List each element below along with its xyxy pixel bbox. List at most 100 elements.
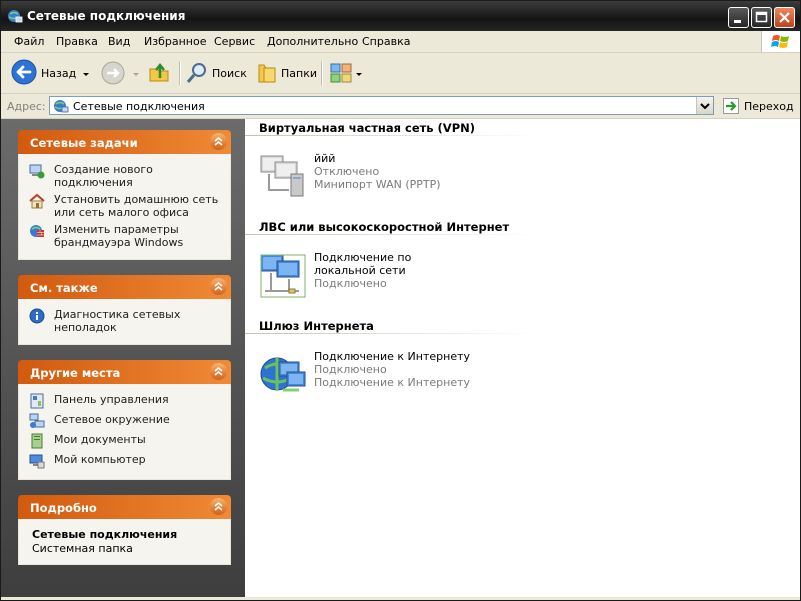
connection-details: Подключение по локальной сети Подключено: [314, 251, 474, 290]
views-button[interactable]: [329, 57, 363, 89]
details-header[interactable]: Подробно: [18, 495, 231, 519]
see-also-title: См. также: [30, 281, 98, 295]
menu-file[interactable]: Файл: [14, 35, 44, 48]
menu-edit[interactable]: Правка: [56, 35, 98, 48]
see-also-panel: Диагностика сетевых неполадок: [18, 299, 231, 345]
chevron-up-double-icon: [214, 282, 223, 291]
task-label: Мой компьютер: [54, 453, 146, 466]
window-title: Сетевые подключения: [27, 9, 186, 23]
forward-button[interactable]: [99, 57, 141, 89]
other-places-title: Другие места: [30, 366, 121, 380]
views-icon: [330, 63, 352, 83]
details-name: Сетевые подключения: [32, 528, 178, 541]
close-button[interactable]: [774, 7, 795, 28]
task-label: Установить домашнюю сеть или сеть малого…: [54, 193, 219, 219]
documents-icon: [31, 433, 43, 449]
task-label: Сетевое окружение: [54, 413, 170, 426]
other-places-header[interactable]: Другие места: [18, 360, 231, 384]
views-dropdown-icon[interactable]: [356, 73, 362, 76]
task-label: Мои документы: [54, 433, 146, 446]
minimize-button[interactable]: [728, 7, 749, 28]
forward-dropdown-icon[interactable]: [133, 73, 139, 76]
network-places-icon: [29, 413, 45, 428]
menu-favorites[interactable]: Избранное: [144, 35, 206, 48]
chevron-down-icon: [700, 103, 710, 110]
maximize-icon: [755, 11, 768, 23]
details-panel: Сетевые подключения Системная папка: [18, 519, 231, 565]
connection-name: Подключение по локальной сети: [314, 251, 412, 277]
other-places-panel: Панель управления Сетевое окружение Мои …: [18, 384, 231, 480]
network-tasks-panel: Создание нового подключения Установить д…: [18, 154, 231, 260]
address-dropdown-button[interactable]: [696, 97, 713, 114]
collapse-button[interactable]: [210, 133, 227, 150]
address-value: Сетевые подключения: [73, 100, 205, 113]
maximize-button[interactable]: [751, 7, 772, 28]
connection-name: ййй: [314, 152, 336, 165]
connection-name: Подключение к Интернету: [314, 350, 471, 363]
menu-help[interactable]: Справка: [362, 35, 410, 48]
connection-device: Подключение к Интернету: [314, 376, 471, 389]
menu-bar: Файл Правка Вид Избранное Сервис Дополни…: [1, 31, 800, 53]
task-label: Панель управления: [54, 393, 169, 406]
back-button[interactable]: Назад: [11, 57, 91, 89]
collapse-button[interactable]: [210, 278, 227, 295]
folders-label: Папки: [281, 67, 317, 80]
network-connections-app-icon: [8, 10, 23, 23]
go-arrow-icon: [723, 98, 739, 114]
menu-view[interactable]: Вид: [108, 35, 130, 48]
chevron-up-double-icon: [214, 502, 223, 511]
task-label: Диагностика сетевых неполадок: [54, 308, 181, 334]
search-button[interactable]: Поиск: [185, 57, 247, 89]
group-divider: [245, 333, 535, 334]
new-connection-icon: [29, 164, 45, 179]
connection-device: Минипорт WAN (PPTP): [314, 178, 441, 191]
connection-status: Подключено: [314, 277, 387, 290]
firewall-icon: [30, 225, 44, 237]
network-tasks-title: Сетевые задачи: [30, 136, 138, 150]
chevron-up-double-icon: [214, 137, 223, 146]
lan-connection-icon: [260, 254, 306, 298]
search-label: Поиск: [212, 67, 247, 80]
folders-button[interactable]: Папки: [255, 57, 317, 89]
task-label: Изменить параметры брандмауэра Windows: [54, 223, 184, 249]
task-pane: Сетевые задачи Создание нового подключен…: [1, 119, 245, 597]
collapse-button[interactable]: [210, 498, 227, 515]
menu-advanced[interactable]: Дополнительно: [267, 35, 358, 48]
vpn-connection-icon: [260, 155, 304, 197]
details-description: Системная папка: [32, 542, 133, 555]
close-icon: [779, 12, 790, 23]
home-network-icon: [29, 193, 45, 209]
task-label: Создание нового подключения: [54, 163, 153, 189]
menu-tools[interactable]: Сервис: [214, 35, 255, 48]
group-divider: [245, 135, 535, 136]
toolbar-separator: [321, 61, 323, 85]
connection-status: Отключено: [314, 165, 380, 178]
forward-arrow-icon: [101, 61, 125, 85]
toolbar: Назад Поиск Папки: [1, 53, 800, 94]
connection-status: Подключено: [314, 363, 387, 376]
go-label: Переход: [744, 100, 794, 113]
go-button[interactable]: Переход: [720, 96, 800, 116]
folders-icon: [258, 64, 276, 83]
window: Сетевые подключения Файл Правка Вид Избр…: [0, 0, 801, 601]
back-label: Назад: [41, 67, 77, 80]
network-connections-icon: [54, 100, 69, 113]
back-arrow-icon: [11, 59, 37, 85]
up-folder-button[interactable]: [147, 57, 173, 89]
minimize-icon: [734, 20, 741, 23]
see-also-header[interactable]: См. также: [18, 275, 231, 299]
content-pane: Виртуальная частная сеть (VPN) ййй Отклю…: [245, 119, 800, 597]
chevron-up-double-icon: [214, 367, 223, 376]
collapse-button[interactable]: [210, 363, 227, 380]
title-bar[interactable]: Сетевые подключения: [1, 1, 800, 31]
network-tasks-header[interactable]: Сетевые задачи: [18, 130, 231, 154]
computer-icon: [29, 454, 45, 469]
group-lan-title: ЛВС или высокоскоростной Интернет: [259, 220, 510, 234]
details-title: Подробно: [30, 501, 97, 515]
group-vpn-title: Виртуальная частная сеть (VPN): [259, 121, 476, 135]
windows-flag-icon: [771, 35, 789, 48]
address-bar: Адрес: Сетевые подключения Переход: [1, 94, 800, 119]
group-gateway-title: Шлюз Интернета: [259, 319, 374, 333]
address-input[interactable]: Сетевые подключения: [49, 96, 714, 115]
back-dropdown-icon[interactable]: [83, 73, 89, 76]
